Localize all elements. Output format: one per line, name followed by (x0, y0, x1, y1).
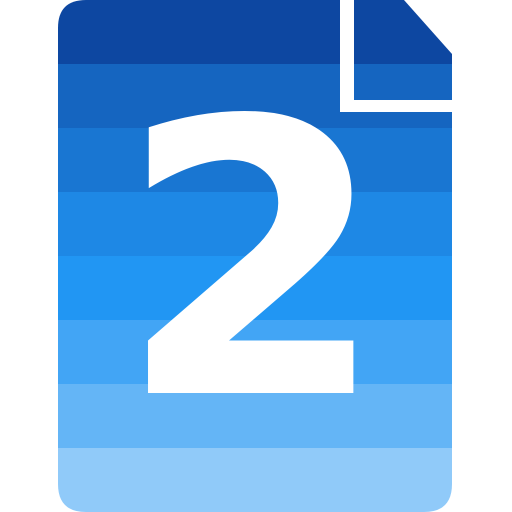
color-band-1 (58, 0, 452, 64)
document-icon-canvas: 2 (0, 0, 512, 512)
color-band-8 (58, 448, 452, 512)
color-band-3 (58, 128, 452, 192)
document-icon (58, 0, 452, 512)
color-band-6 (58, 320, 452, 384)
color-band-7 (58, 384, 452, 448)
color-band-2 (58, 64, 452, 128)
document-body (58, 0, 452, 512)
color-band-5 (58, 256, 452, 320)
color-band-4 (58, 192, 452, 256)
